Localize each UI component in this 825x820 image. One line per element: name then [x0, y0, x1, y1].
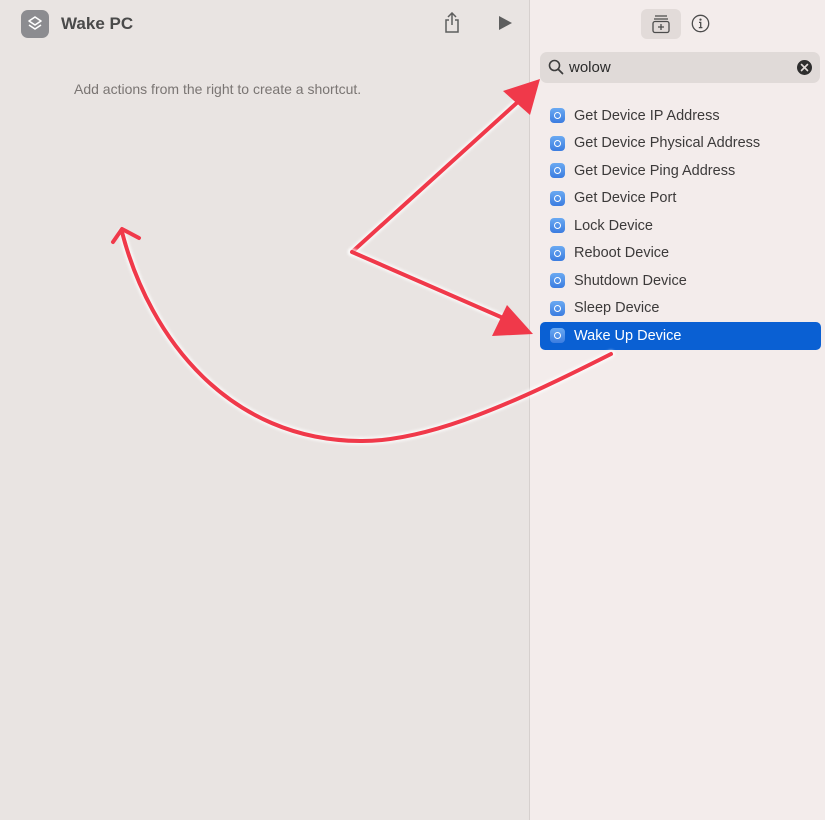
device-action-icon	[550, 218, 565, 234]
result-get-device-ping-address[interactable]: Get Device Ping Address	[540, 157, 821, 185]
device-action-icon	[550, 135, 565, 151]
clear-icon[interactable]	[797, 60, 812, 75]
search-results-list: Get Device IP Address Get Device Physica…	[540, 102, 821, 350]
device-action-icon	[550, 245, 565, 261]
device-action-icon	[550, 163, 565, 179]
action-library-icon[interactable]	[641, 9, 681, 39]
info-icon[interactable]	[690, 13, 711, 34]
device-action-icon	[550, 108, 565, 124]
play-icon[interactable]	[495, 13, 515, 33]
result-get-device-physical-address[interactable]: Get Device Physical Address	[540, 130, 821, 158]
result-label: Lock Device	[574, 217, 653, 234]
share-icon[interactable]	[441, 11, 463, 35]
result-reboot-device[interactable]: Reboot Device	[540, 240, 821, 268]
result-label: Get Device Ping Address	[574, 162, 736, 179]
result-shutdown-device[interactable]: Shutdown Device	[540, 267, 821, 295]
result-get-device-ip-address[interactable]: Get Device IP Address	[540, 102, 821, 130]
result-label: Shutdown Device	[574, 272, 687, 289]
search-icon	[548, 59, 564, 75]
result-label: Sleep Device	[574, 300, 660, 317]
empty-editor-hint: Add actions from the right to create a s…	[74, 81, 362, 97]
device-action-icon	[550, 273, 565, 289]
action-search-field[interactable]	[540, 52, 820, 83]
device-action-icon	[550, 328, 565, 344]
result-sleep-device[interactable]: Sleep Device	[540, 295, 821, 323]
device-action-icon	[550, 300, 565, 316]
result-label: Get Device Physical Address	[574, 135, 761, 152]
search-input[interactable]	[569, 57, 789, 78]
shortcuts-app-icon[interactable]	[21, 10, 49, 38]
editor-pane	[0, 0, 529, 820]
result-wake-up-device[interactable]: Wake Up Device	[540, 322, 821, 350]
shortcut-title[interactable]: Wake PC	[61, 14, 133, 34]
device-action-icon	[550, 190, 565, 206]
result-label: Wake Up Device	[574, 327, 682, 344]
result-label: Reboot Device	[574, 245, 670, 262]
result-label: Get Device IP Address	[574, 107, 720, 124]
result-lock-device[interactable]: Lock Device	[540, 212, 821, 240]
result-label: Get Device Port	[574, 190, 677, 207]
result-get-device-port[interactable]: Get Device Port	[540, 185, 821, 213]
